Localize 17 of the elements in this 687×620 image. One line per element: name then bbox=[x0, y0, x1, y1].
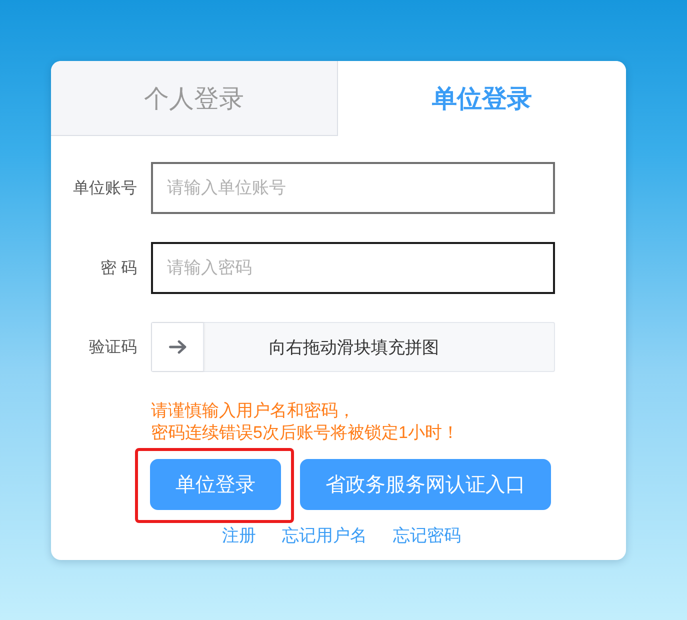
slider-hint: 向右拖动滑块填充拼图 bbox=[269, 336, 439, 358]
arrow-icon bbox=[168, 340, 186, 354]
text-link[interactable]: 忘记用户名 bbox=[282, 524, 367, 547]
login-button[interactable]: 单位登录 bbox=[150, 459, 281, 510]
field-label: 密 码 bbox=[100, 258, 137, 278]
login-button[interactable]: 省政务服务网认证入口 bbox=[300, 459, 551, 510]
input-field[interactable]: 请输入密码 bbox=[151, 242, 555, 294]
warning-text: 请谨慎输入用户名和密码， 密码连续错误5次后账号将被锁定1小时！ bbox=[151, 400, 459, 444]
field-label: 验证码 bbox=[88, 338, 137, 358]
field-label: 单位账号 bbox=[72, 178, 137, 198]
text-link[interactable]: 忘记密码 bbox=[393, 524, 461, 547]
login-tab[interactable]: 单位登录 bbox=[338, 61, 626, 136]
slider-track[interactable]: 向右拖动滑块填充拼图 bbox=[151, 322, 555, 372]
text-link[interactable]: 注册 bbox=[222, 524, 256, 547]
input-field[interactable]: 请输入单位账号 bbox=[151, 162, 555, 214]
slider-handle[interactable] bbox=[152, 323, 204, 371]
login-tab[interactable]: 个人登录 bbox=[51, 61, 338, 136]
